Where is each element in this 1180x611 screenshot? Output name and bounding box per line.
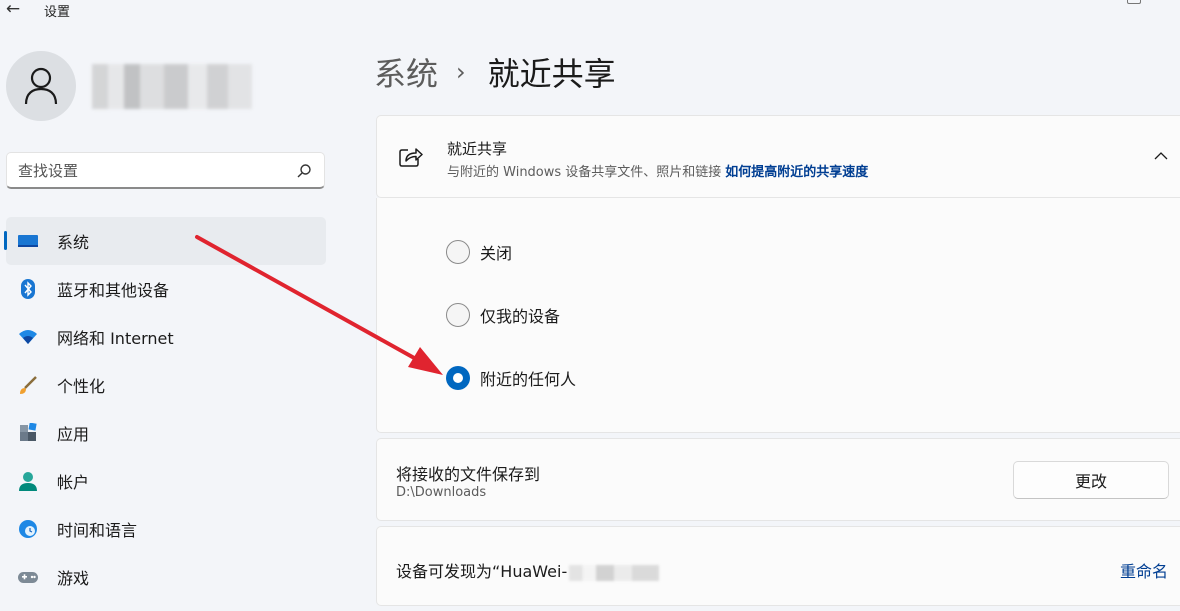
share-icon — [399, 148, 423, 167]
account-icon — [17, 470, 39, 492]
nearby-share-header[interactable]: 就近共享 与附近的 Windows 设备共享文件、照片和链接 如何提高附近的共享速… — [376, 115, 1180, 198]
sidebar: 系统 蓝牙和其他设备 网络和 Internet 个性化 应用 — [0, 24, 340, 611]
globe-clock-icon — [17, 518, 39, 540]
option-label: 关闭 — [480, 244, 513, 263]
bluetooth-icon — [17, 278, 39, 300]
save-location-title: 将接收的文件保存到 — [396, 465, 541, 484]
device-name-redacted — [569, 564, 660, 581]
save-location-card: 将接收的文件保存到 D:\Downloads 更改 — [376, 438, 1180, 521]
speed-help-link[interactable]: 如何提高附近的共享速度 — [725, 165, 868, 180]
nearby-share-description: 与附近的 Windows 设备共享文件、照片和链接 如何提高附近的共享速度 — [447, 161, 868, 180]
user-name-redacted — [92, 64, 252, 109]
app-title: 设置 — [44, 5, 71, 20]
option-off[interactable]: 关闭 — [446, 240, 512, 264]
sidebar-item-time-language[interactable]: 时间和语言 — [6, 505, 326, 553]
radio-my-devices[interactable] — [446, 303, 470, 327]
sidebar-item-label: 游戏 — [57, 569, 90, 588]
breadcrumb-parent[interactable]: 系统 — [374, 49, 438, 95]
option-everyone-nearby[interactable]: 附近的任何人 — [446, 366, 576, 390]
breadcrumb: 系统 › 就近共享 — [374, 50, 616, 94]
sidebar-item-system[interactable]: 系统 — [4, 217, 326, 265]
save-location-path: D:\Downloads — [396, 485, 487, 500]
nearby-share-options: 关闭 仅我的设备 附近的任何人 — [376, 198, 1180, 433]
sidebar-item-label: 时间和语言 — [57, 521, 138, 540]
avatar[interactable] — [6, 51, 76, 121]
device-name-text: 设备可发现为“HuaWei- — [396, 562, 568, 581]
nearby-share-title: 就近共享 — [447, 140, 508, 158]
search-icon[interactable] — [296, 163, 312, 179]
rename-link[interactable]: 重命名 — [1120, 558, 1168, 582]
wifi-icon — [17, 326, 39, 348]
monitor-icon — [17, 230, 39, 252]
option-label: 附近的任何人 — [480, 370, 577, 389]
page-title: 就近共享 — [487, 55, 616, 93]
description-text: 与附近的 Windows 设备共享文件、照片和链接 — [447, 165, 722, 180]
sidebar-item-label: 个性化 — [57, 377, 106, 396]
sidebar-item-apps[interactable]: 应用 — [6, 409, 326, 457]
radio-everyone-nearby[interactable] — [446, 366, 470, 390]
radio-off[interactable] — [446, 240, 470, 264]
brush-icon — [17, 374, 39, 396]
sidebar-item-network[interactable]: 网络和 Internet — [6, 313, 326, 361]
search-box[interactable] — [6, 152, 325, 189]
sidebar-item-label: 蓝牙和其他设备 — [57, 281, 170, 300]
option-label: 仅我的设备 — [480, 307, 561, 326]
breadcrumb-separator: › — [456, 58, 466, 86]
sidebar-item-gaming[interactable]: 游戏 — [6, 553, 326, 601]
device-discoverable-label: 设备可发现为“HuaWei- — [396, 558, 660, 582]
change-location-button[interactable]: 更改 — [1013, 461, 1169, 499]
gamepad-icon — [17, 566, 39, 588]
sidebar-nav: 系统 蓝牙和其他设备 网络和 Internet 个性化 应用 帐户 时间和语言 … — [0, 217, 340, 601]
sidebar-item-label: 应用 — [57, 425, 90, 444]
back-arrow-icon[interactable]: ← — [2, 0, 24, 20]
search-input[interactable] — [18, 161, 278, 181]
discoverable-card: 设备可发现为“HuaWei- 重命名 — [376, 526, 1180, 606]
maximize-button[interactable] — [1127, 0, 1141, 4]
chevron-up-icon[interactable] — [1154, 149, 1168, 163]
title-bar: ← 设置 — [0, 0, 1180, 24]
sidebar-item-personalization[interactable]: 个性化 — [6, 361, 326, 409]
option-my-devices[interactable]: 仅我的设备 — [446, 303, 560, 327]
sidebar-item-label: 系统 — [57, 233, 90, 252]
sidebar-item-bluetooth[interactable]: 蓝牙和其他设备 — [6, 265, 326, 313]
apps-icon — [17, 422, 39, 444]
sidebar-item-accounts[interactable]: 帐户 — [6, 457, 326, 505]
sidebar-item-label: 帐户 — [57, 473, 90, 492]
user-icon — [24, 67, 58, 105]
sidebar-item-label: 网络和 Internet — [57, 329, 174, 348]
